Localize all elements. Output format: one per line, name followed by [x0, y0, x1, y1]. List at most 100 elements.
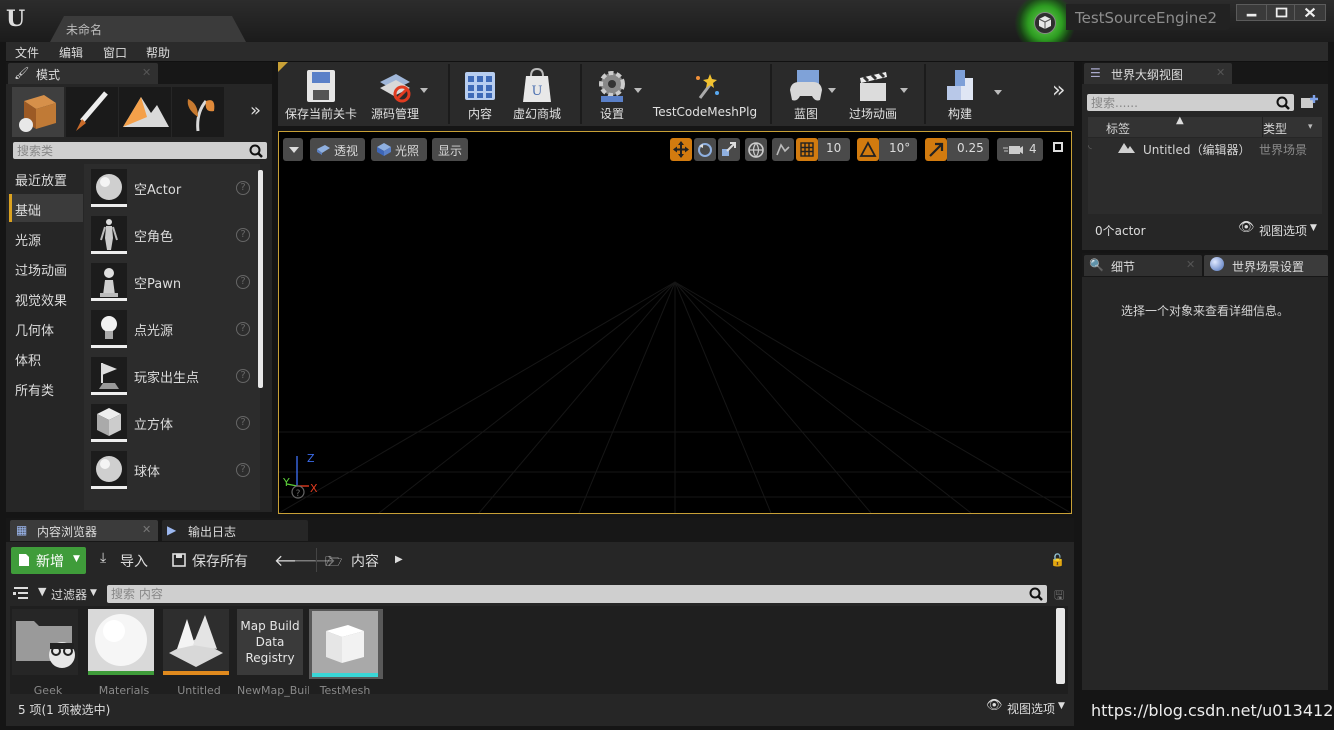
- details-tab-close-icon[interactable]: ✕: [1186, 258, 1195, 271]
- outliner-view-options[interactable]: 👁 视图选项 ▼: [1238, 220, 1320, 238]
- settings-button[interactable]: 设置: [590, 64, 642, 124]
- help-icon[interactable]: ?: [236, 181, 250, 195]
- category-visual-effects[interactable]: 视觉效果: [9, 284, 83, 312]
- asset-folder-geek[interactable]: Geek: [12, 609, 82, 697]
- details-tab[interactable]: 🔍 细节 ✕: [1084, 255, 1202, 276]
- outliner-tab-close-icon[interactable]: ✕: [1216, 66, 1225, 79]
- modes-tab[interactable]: 🖌 模式 ✕: [8, 63, 158, 84]
- grid-snap-value[interactable]: 10: [818, 138, 850, 161]
- maximize-viewport-icon[interactable]: [1053, 142, 1063, 152]
- help-icon[interactable]: ?: [236, 463, 250, 477]
- add-new-button[interactable]: 新增 ▼: [11, 547, 86, 574]
- toolbar-overflow-icon[interactable]: »: [1052, 78, 1065, 103]
- viewport-options-button[interactable]: [283, 138, 303, 161]
- translate-mode-button[interactable]: [670, 138, 692, 161]
- scale-snap-toggle[interactable]: [925, 138, 947, 161]
- place-item-point-light[interactable]: 点光源 ?: [88, 308, 258, 352]
- project-cube-icon[interactable]: [1034, 12, 1056, 34]
- path-content-crumb[interactable]: 内容: [351, 551, 379, 571]
- outliner-row-untitled[interactable]: ◟ Untitled（编辑器） 世界场景: [1088, 139, 1322, 159]
- content-browser-tab-close-icon[interactable]: ✕: [142, 523, 151, 536]
- sources-toggle-icon[interactable]: [12, 585, 30, 601]
- mode-landscape-button[interactable]: [119, 87, 171, 137]
- help-icon[interactable]: ?: [236, 228, 250, 242]
- surface-snap-button[interactable]: [772, 138, 794, 161]
- help-icon[interactable]: ?: [236, 416, 250, 430]
- content-search-input[interactable]: [111, 586, 1027, 601]
- filters-button[interactable]: ▼ 过滤器 ▼: [38, 585, 102, 603]
- category-lights[interactable]: 光源: [9, 224, 83, 252]
- class-search-input[interactable]: [17, 143, 247, 158]
- menu-file[interactable]: 文件: [15, 44, 39, 61]
- category-basic[interactable]: 基础: [9, 194, 83, 222]
- category-all-classes[interactable]: 所有类: [9, 374, 83, 402]
- modes-overflow-icon[interactable]: »: [250, 100, 261, 121]
- content-browser-tab[interactable]: ▦ 内容浏览器 ✕: [10, 520, 158, 541]
- mode-place-button[interactable]: [12, 87, 64, 137]
- show-flags-button[interactable]: 显示: [432, 138, 468, 161]
- test-code-mesh-plugin-button[interactable]: TestCodeMeshPlg: [650, 64, 760, 124]
- scale-snap-value[interactable]: 0.25: [947, 138, 989, 161]
- asset-untitled-level[interactable]: Untitled: [163, 609, 233, 697]
- dropdown-caret-icon[interactable]: [420, 88, 428, 93]
- cinematics-button[interactable]: 过场动画: [846, 64, 908, 124]
- column-type-header[interactable]: 类型: [1263, 120, 1287, 137]
- perspective-button[interactable]: 透视: [310, 138, 365, 161]
- add-folder-icon[interactable]: [1300, 94, 1318, 110]
- asset-view-scrollbar[interactable]: [1056, 608, 1065, 684]
- place-item-sphere[interactable]: 球体 ?: [88, 449, 258, 493]
- category-recent[interactable]: 最近放置: [9, 164, 83, 192]
- source-control-button[interactable]: 源码管理: [364, 64, 428, 124]
- place-item-empty-actor[interactable]: 空Actor ?: [88, 167, 258, 211]
- blueprints-button[interactable]: 蓝图: [782, 64, 836, 124]
- save-level-button[interactable]: 保存当前关卡: [282, 64, 360, 124]
- camera-speed-button[interactable]: 4: [997, 138, 1043, 161]
- place-item-cube[interactable]: 立方体 ?: [88, 402, 258, 446]
- dropdown-caret-icon[interactable]: [828, 88, 836, 93]
- rotation-snap-value[interactable]: 10°: [879, 138, 917, 161]
- category-geometry[interactable]: 几何体: [9, 314, 83, 342]
- content-button[interactable]: 内容: [456, 64, 504, 124]
- rotate-mode-button[interactable]: [694, 138, 716, 161]
- help-icon[interactable]: ?: [236, 369, 250, 383]
- help-icon[interactable]: ?: [236, 322, 250, 336]
- grid-snap-toggle[interactable]: [796, 138, 818, 161]
- lighting-mode-button[interactable]: 光照: [371, 138, 427, 161]
- place-item-player-start[interactable]: 玩家出生点 ?: [88, 355, 258, 399]
- world-outliner-tab[interactable]: ☰ 世界大纲视图 ✕: [1084, 63, 1232, 84]
- menu-help[interactable]: 帮助: [146, 44, 170, 61]
- build-button[interactable]: 构建: [936, 64, 984, 124]
- mode-paint-button[interactable]: [66, 87, 118, 137]
- help-icon[interactable]: ?: [236, 275, 250, 289]
- menu-window[interactable]: 窗口: [103, 44, 127, 61]
- menu-edit[interactable]: 编辑: [59, 44, 83, 61]
- place-item-empty-pawn[interactable]: 空Pawn ?: [88, 261, 258, 305]
- content-view-options[interactable]: 👁 视图选项 ▼: [986, 698, 1068, 716]
- asset-map-build-data[interactable]: Map Build Data Registry NewMap_BuiltData: [237, 609, 309, 697]
- place-item-empty-character[interactable]: 空角色 ?: [88, 214, 258, 258]
- asset-materials[interactable]: Materials: [88, 609, 158, 697]
- world-settings-tab[interactable]: 世界场景设置: [1204, 255, 1328, 276]
- placeable-scrollbar[interactable]: [258, 170, 263, 388]
- lock-icon[interactable]: 🔓: [1050, 553, 1065, 567]
- build-dropdown-caret-icon[interactable]: [994, 90, 1002, 95]
- category-cinematic[interactable]: 过场动画: [9, 254, 83, 282]
- category-volumes[interactable]: 体积: [9, 344, 83, 372]
- column-label-header[interactable]: 标签: [1106, 120, 1130, 137]
- world-local-toggle-button[interactable]: [745, 138, 767, 161]
- asset-test-mesh[interactable]: TestMesh: [309, 609, 383, 697]
- save-search-icon[interactable]: 🖫: [1054, 586, 1064, 607]
- dropdown-caret-icon[interactable]: [634, 88, 642, 93]
- close-window-button[interactable]: [1294, 4, 1326, 21]
- dropdown-caret-icon[interactable]: [900, 88, 908, 93]
- column-dropdown-icon[interactable]: ▾: [1308, 122, 1313, 132]
- rotation-snap-toggle[interactable]: [857, 138, 879, 161]
- level-viewport[interactable]: 透视 光照 显示 10 10° 0.25 4 ? Z Y X: [278, 131, 1072, 514]
- modes-tab-close-icon[interactable]: ✕: [142, 66, 151, 79]
- document-tab[interactable]: 未命名: [50, 16, 246, 42]
- marketplace-button[interactable]: U 虚幻商城: [508, 64, 566, 124]
- scale-mode-button[interactable]: [718, 138, 740, 161]
- outliner-search-input[interactable]: [1091, 95, 1274, 110]
- minimize-button[interactable]: [1236, 4, 1268, 21]
- mode-foliage-button[interactable]: [172, 87, 224, 137]
